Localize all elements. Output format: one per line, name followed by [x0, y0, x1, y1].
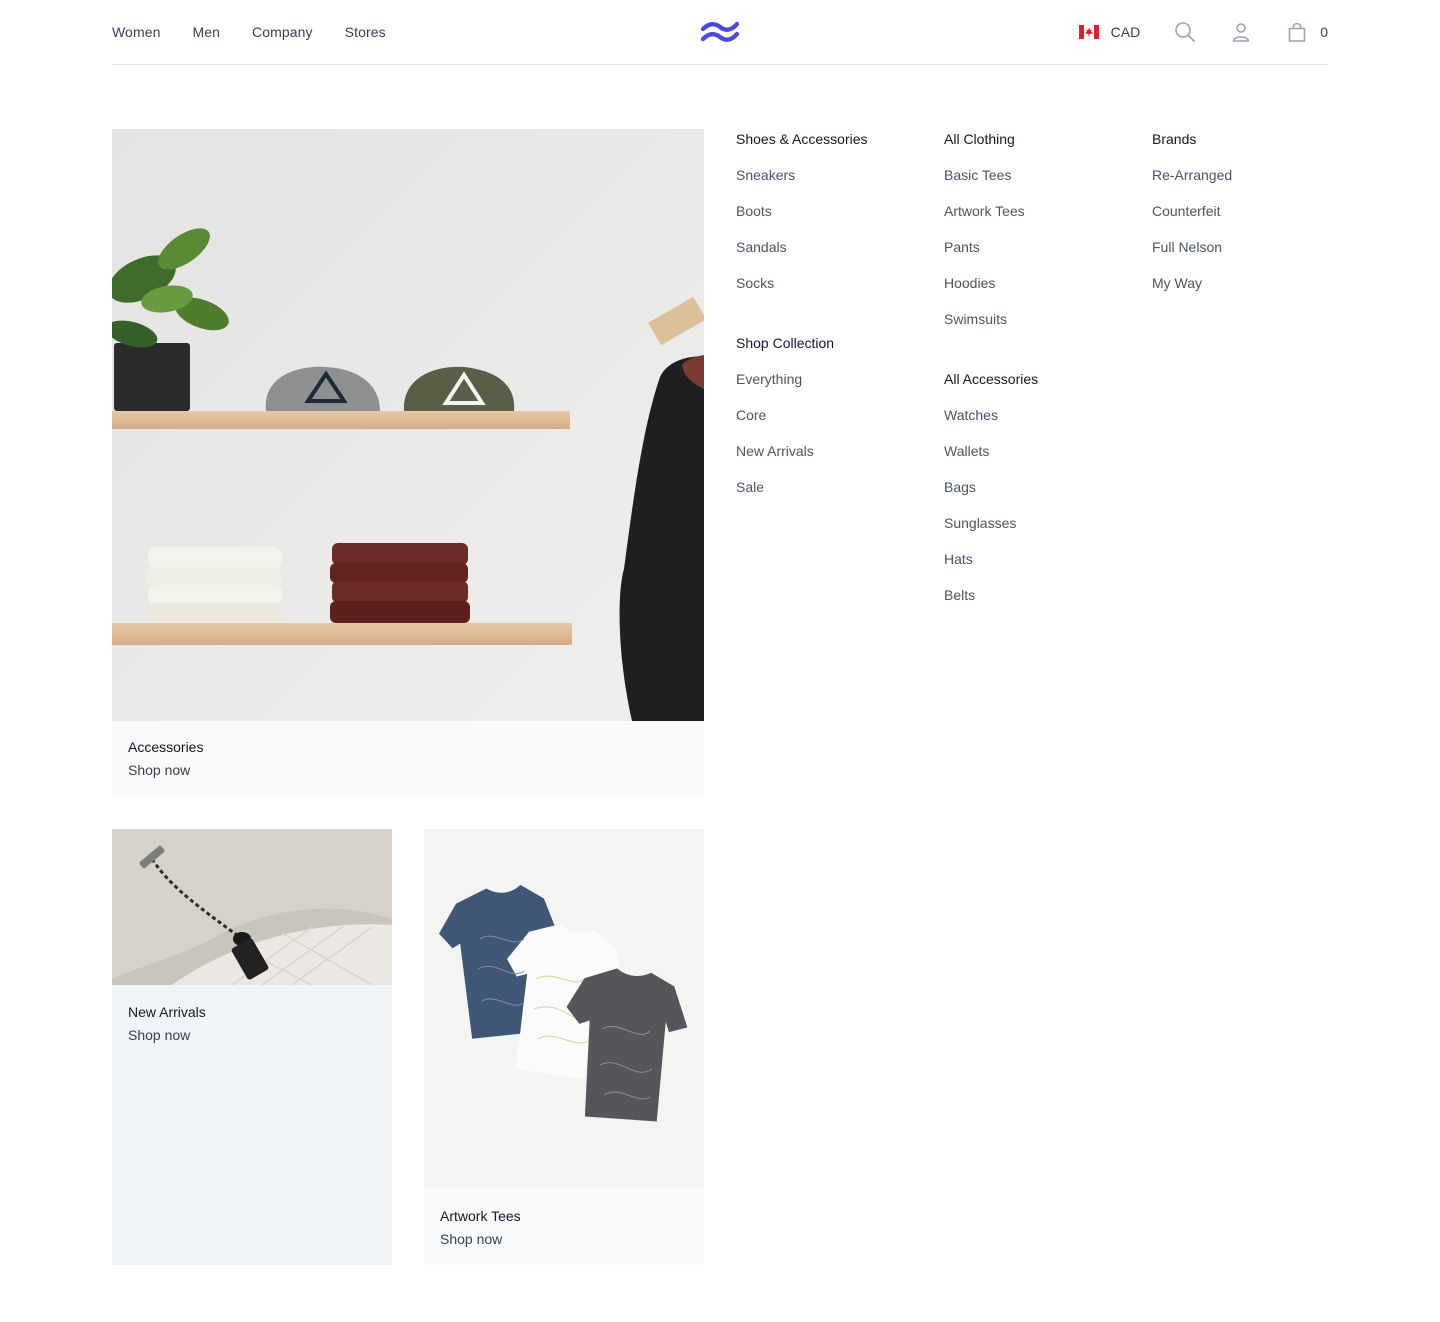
- artwork-tees-image: [424, 829, 704, 1189]
- shop-now-link[interactable]: Shop now: [440, 1231, 521, 1247]
- canada-flag-icon: [1078, 25, 1099, 39]
- menu-link-hats[interactable]: Hats: [944, 551, 973, 567]
- menu-link-basic-tees[interactable]: Basic Tees: [944, 167, 1011, 183]
- user-icon: [1232, 23, 1250, 42]
- site-header: Women Men Company Stores CAD 0: [112, 0, 1328, 65]
- feature-card-artwork-tees[interactable]: Artwork Tees Shop now: [424, 829, 704, 1265]
- menu-link-counterfeit[interactable]: Counterfeit: [1152, 203, 1220, 219]
- menu-column-brands: Brands Re-Arranged Counterfeit Full Nels…: [1152, 130, 1232, 310]
- header-tools: CAD 0: [1078, 0, 1328, 64]
- menu-link-hoodies[interactable]: Hoodies: [944, 275, 995, 291]
- feature-card-new-arrivals[interactable]: New Arrivals Shop now: [112, 829, 392, 1265]
- menu-heading-shoes: Shoes & Accessories: [736, 131, 868, 147]
- nav-link-women[interactable]: Women: [112, 24, 160, 40]
- cart-count: 0: [1320, 24, 1328, 40]
- menu-link-sale[interactable]: Sale: [736, 479, 764, 495]
- menu-list-clothing: Basic Tees Artwork Tees Pants Hoodies Sw…: [944, 166, 1025, 346]
- menu-link-bags[interactable]: Bags: [944, 479, 976, 495]
- shop-now-link[interactable]: Shop now: [128, 1027, 206, 1043]
- menu-link-socks[interactable]: Socks: [736, 275, 774, 291]
- menu-column-clothing: All Clothing Basic Tees Artwork Tees Pan…: [944, 130, 1025, 346]
- menu-column-accessories: All Accessories Watches Wallets Bags Sun…: [944, 370, 1038, 622]
- menu-link-watches[interactable]: Watches: [944, 407, 998, 423]
- menu-heading-accessories: All Accessories: [944, 371, 1039, 387]
- menu-list-accessories: Watches Wallets Bags Sunglasses Hats Bel…: [944, 406, 1038, 622]
- feature-card-accessories[interactable]: Accessories Shop now: [112, 129, 704, 796]
- currency-label: CAD: [1110, 24, 1141, 40]
- menu-link-swimsuits[interactable]: Swimsuits: [944, 311, 1007, 327]
- menu-list-brands: Re-Arranged Counterfeit Full Nelson My W…: [1152, 166, 1232, 310]
- menu-column-collection: Shop Collection Everything Core New Arri…: [736, 334, 834, 514]
- menu-link-sunglasses[interactable]: Sunglasses: [944, 515, 1016, 531]
- account-button[interactable]: [1230, 21, 1252, 43]
- nav-link-stores[interactable]: Stores: [345, 24, 386, 40]
- feature-title: Accessories: [128, 739, 204, 755]
- menu-link-everything[interactable]: Everything: [736, 371, 802, 387]
- nav-link-company[interactable]: Company: [252, 24, 313, 40]
- nav-link-men[interactable]: Men: [192, 24, 220, 40]
- menu-link-core[interactable]: Core: [736, 407, 766, 423]
- feature-title: New Arrivals: [128, 1004, 206, 1020]
- shop-now-link[interactable]: Shop now: [128, 762, 203, 778]
- menu-link-boots[interactable]: Boots: [736, 203, 772, 219]
- menu-list-collection: Everything Core New Arrivals Sale: [736, 370, 834, 514]
- accessories-text: Accessories Shop now: [128, 739, 203, 778]
- menu-link-sandals[interactable]: Sandals: [736, 239, 787, 255]
- new-arrivals-image: [112, 829, 392, 985]
- menu-heading-brands: Brands: [1152, 131, 1197, 147]
- main-nav: Women Men Company Stores: [112, 0, 386, 64]
- menu-column-shoes: Shoes & Accessories Sneakers Boots Sanda…: [736, 130, 868, 298]
- search-button[interactable]: [1174, 21, 1196, 43]
- menu-link-pants[interactable]: Pants: [944, 239, 980, 255]
- accessories-image: [112, 129, 704, 721]
- new-arrivals-text: New Arrivals Shop now: [128, 1004, 206, 1043]
- menu-link-belts[interactable]: Belts: [944, 587, 975, 603]
- menu-heading-clothing: All Clothing: [944, 131, 1015, 147]
- menu-list-shoes: Sneakers Boots Sandals Socks: [736, 166, 868, 298]
- menu-link-new-arrivals[interactable]: New Arrivals: [736, 443, 814, 459]
- shopping-bag-icon: [1288, 22, 1306, 42]
- menu-heading-collection: Shop Collection: [736, 335, 835, 351]
- menu-link-artwork-tees[interactable]: Artwork Tees: [944, 203, 1025, 219]
- currency-selector[interactable]: CAD: [1078, 24, 1141, 40]
- menu-link-full-nelson[interactable]: Full Nelson: [1152, 239, 1222, 255]
- menu-link-re-arranged[interactable]: Re-Arranged: [1152, 167, 1232, 183]
- search-icon: [1175, 22, 1196, 42]
- cart-button[interactable]: 0: [1286, 21, 1328, 43]
- menu-link-wallets[interactable]: Wallets: [944, 443, 989, 459]
- menu-link-my-way[interactable]: My Way: [1152, 275, 1202, 291]
- feature-title: Artwork Tees: [440, 1208, 521, 1224]
- menu-link-sneakers[interactable]: Sneakers: [736, 167, 795, 183]
- brand-logo-icon[interactable]: [701, 20, 739, 44]
- artwork-tees-text: Artwork Tees Shop now: [440, 1208, 521, 1247]
